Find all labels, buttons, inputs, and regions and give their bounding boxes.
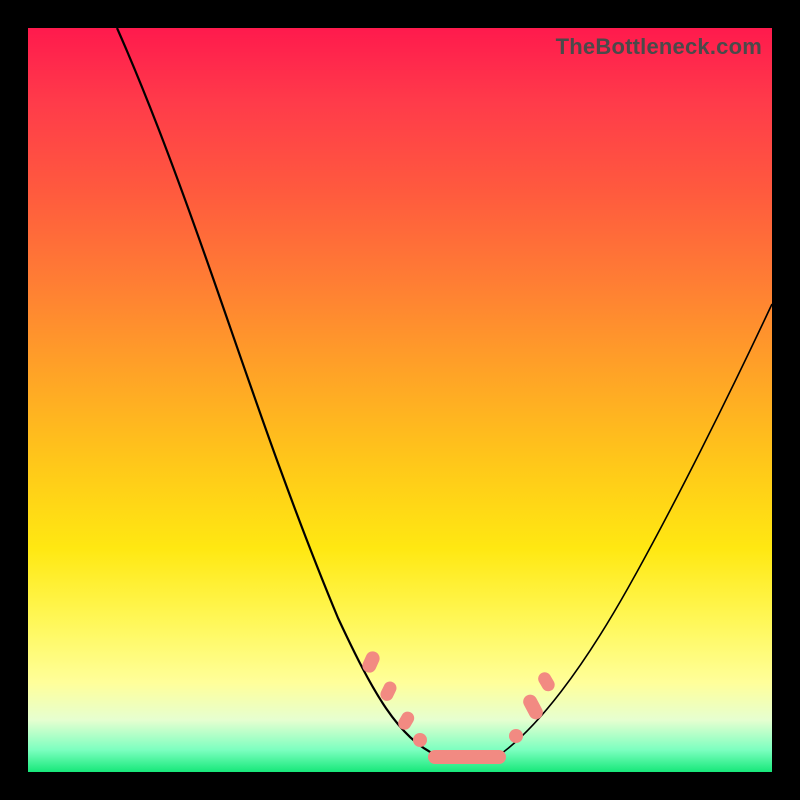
plot-area: TheBottleneck.com [28,28,772,772]
marker-dot [413,733,427,747]
left-curve [117,28,438,756]
chart-frame: TheBottleneck.com [0,0,800,800]
marker-dot [509,729,523,743]
marker-dot [536,670,557,694]
marker-dot [521,692,546,722]
bottleneck-curve [28,28,772,772]
valley-bar [428,750,506,764]
marker-dot [396,709,417,732]
right-curve [498,304,772,756]
